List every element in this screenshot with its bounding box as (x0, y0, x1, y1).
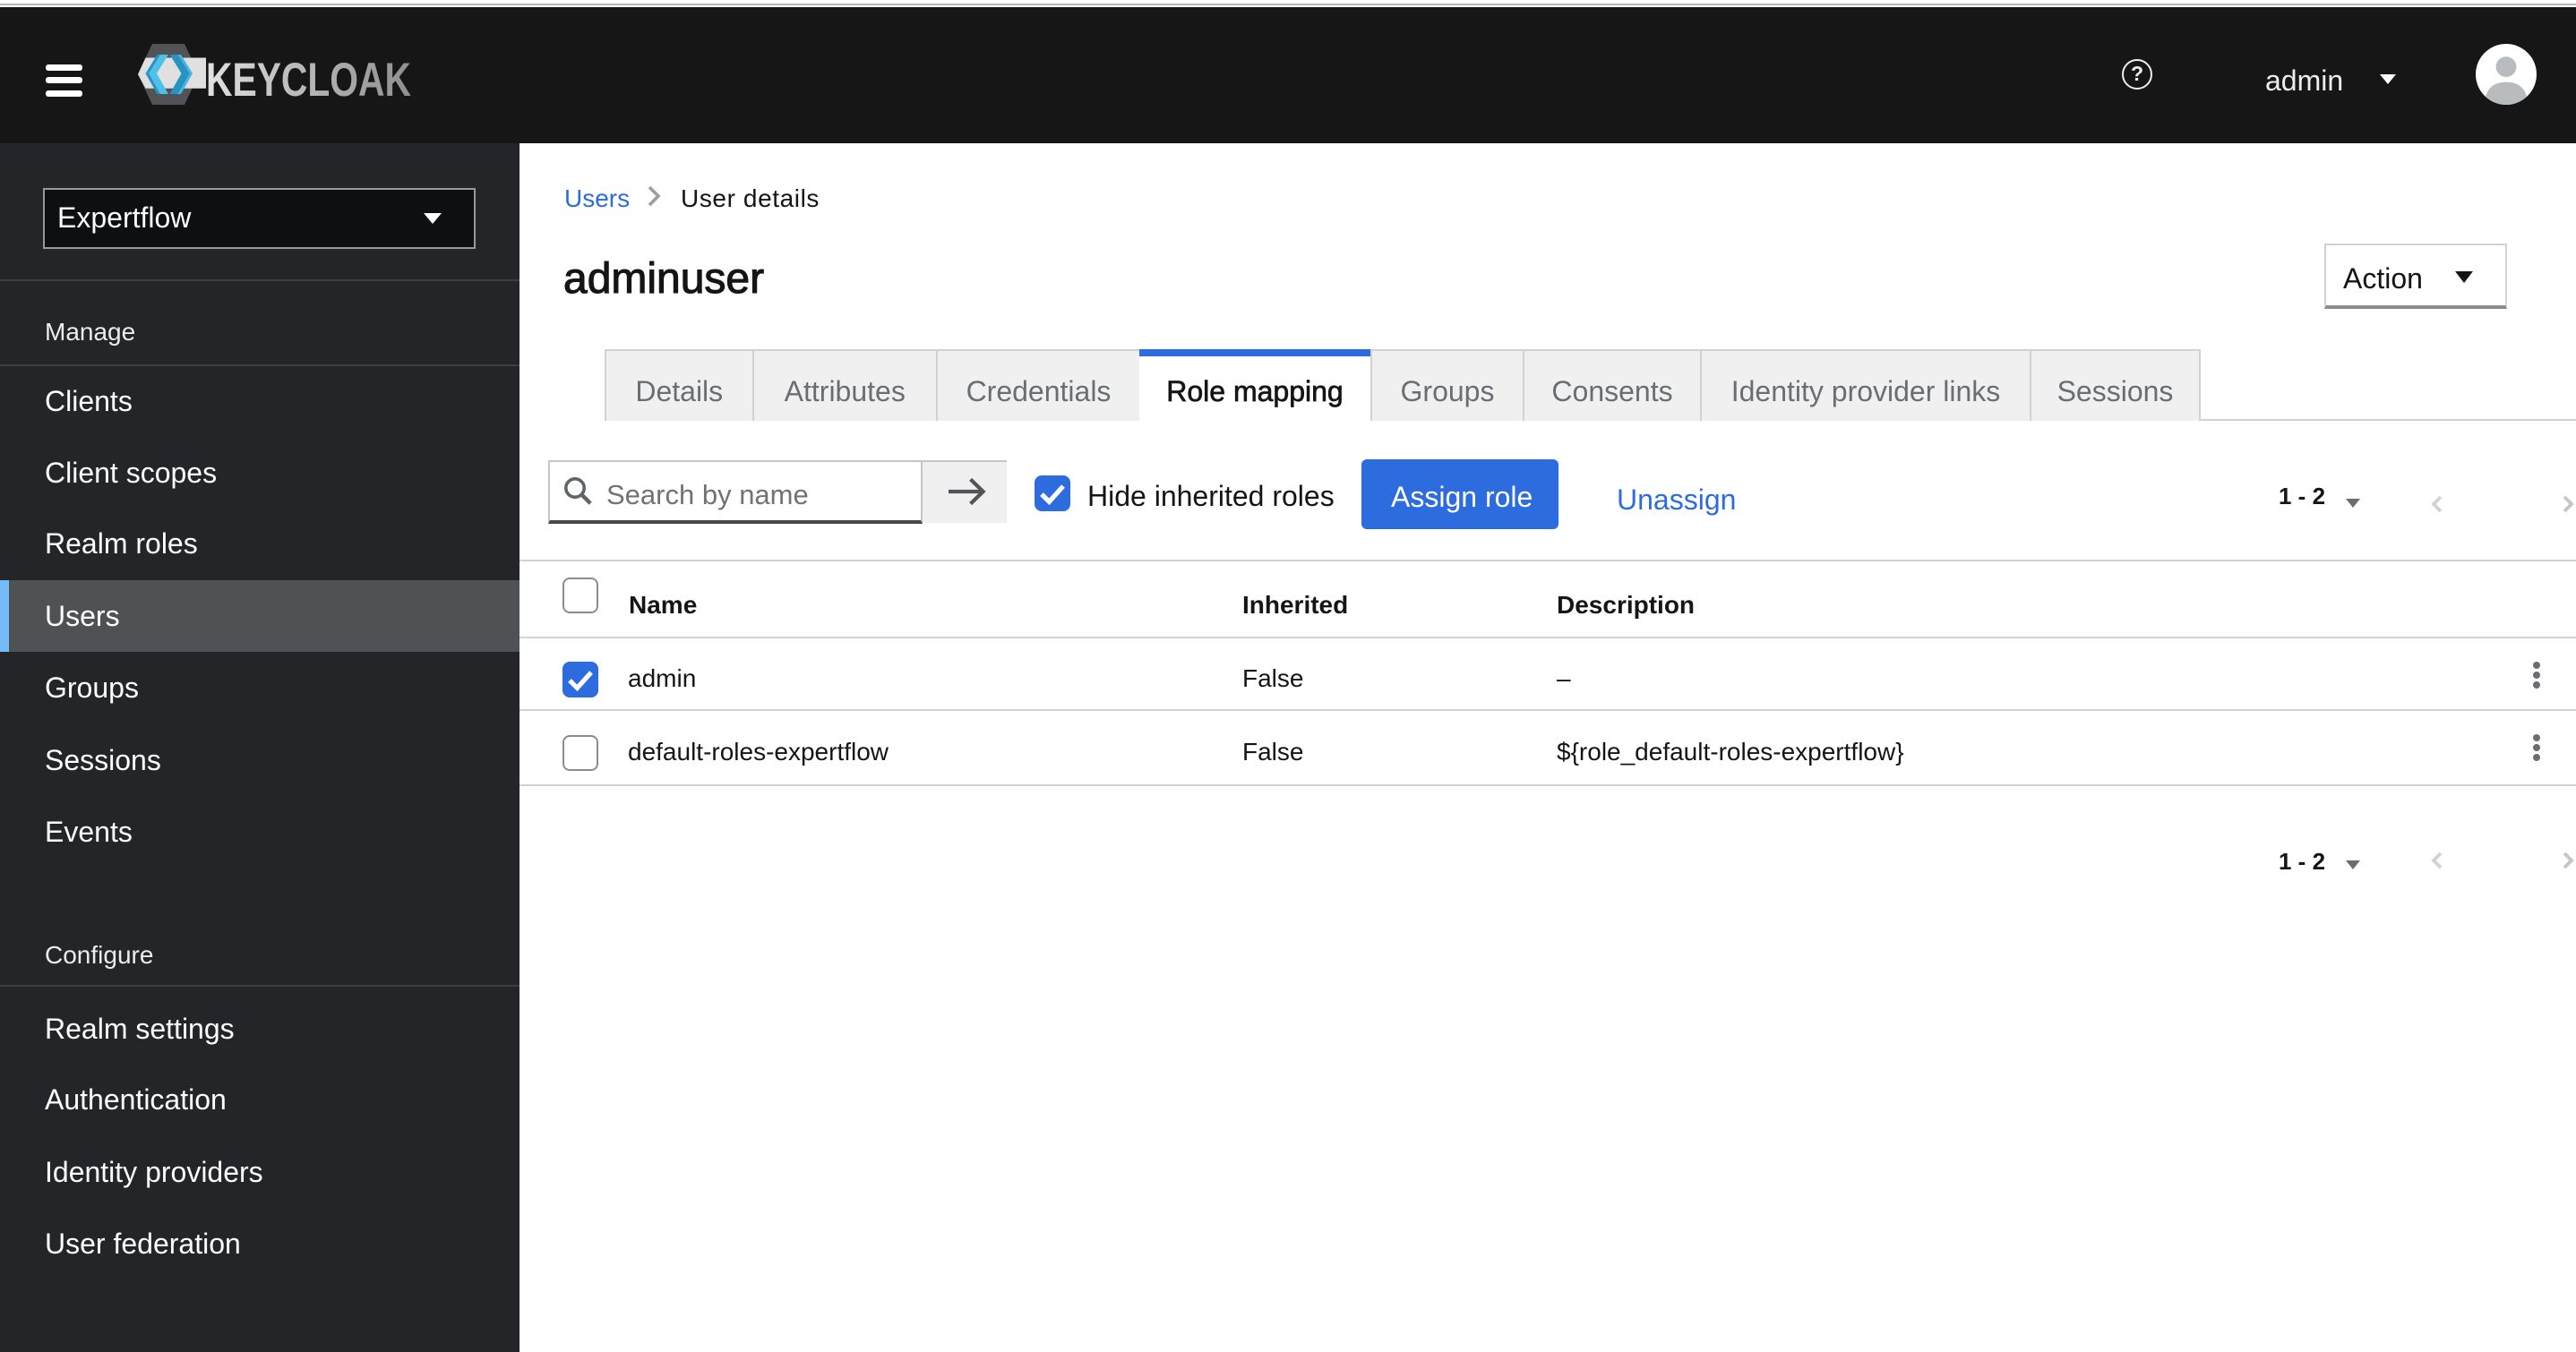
svg-text:KEYCLOAK: KEYCLOAK (206, 54, 411, 107)
